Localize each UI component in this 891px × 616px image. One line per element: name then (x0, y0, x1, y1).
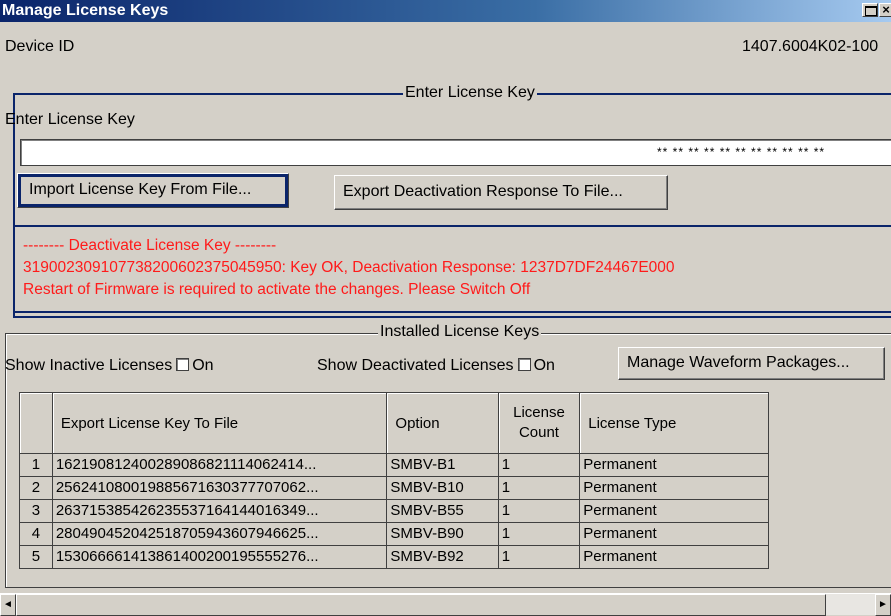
row-index: 4 (19, 522, 53, 546)
license-count-header: License Count (497, 392, 581, 454)
manage-waveform-packages-button[interactable]: Manage Waveform Packages... (618, 347, 885, 380)
count-cell: 1 (497, 453, 581, 477)
license-count-header-line1: License (513, 404, 565, 421)
row-filler (768, 476, 891, 500)
show-inactive-checkbox[interactable] (176, 358, 190, 371)
show-inactive-label: Show Inactive Licenses (5, 357, 173, 374)
count-cell: 1 (497, 476, 581, 500)
status-message-box: -------- Deactivate License Key --------… (13, 225, 891, 313)
type-cell: Permanent (579, 545, 769, 569)
table-row[interactable]: 3 263715385426235537164144016349... SMBV… (19, 499, 891, 523)
message-line-1: -------- Deactivate License Key -------- (23, 237, 277, 254)
license-key-cell[interactable]: 153066661413861400200195555276... (51, 545, 388, 569)
window-titlebar: Manage License Keys × (0, 0, 891, 22)
scroll-thumb[interactable] (16, 594, 826, 616)
license-key-cell[interactable]: 263715385426235537164144016349... (51, 499, 388, 523)
count-cell: 1 (497, 499, 581, 523)
scroll-right-icon[interactable]: ► (875, 594, 891, 616)
table-row[interactable]: 5 153066661413861400200195555276... SMBV… (19, 545, 891, 569)
row-filler (768, 453, 891, 477)
import-license-key-button[interactable]: Import License Key From File... (17, 173, 289, 208)
show-deactivated-on-label: On (533, 357, 555, 374)
export-key-header[interactable]: Export License Key To File (51, 392, 388, 454)
license-count-header-line2: Count (518, 424, 559, 441)
license-key-input[interactable]: ** ** ** ** ** ** ** ** ** ** ** (20, 139, 891, 166)
installed-licenses-group-title: Installed License Keys (378, 323, 542, 341)
option-cell: SMBV-B90 (386, 522, 499, 546)
option-cell: SMBV-B92 (386, 545, 499, 569)
show-deactivated-label: Show Deactivated Licenses (317, 357, 514, 374)
row-index: 2 (19, 476, 53, 500)
device-id-value: 1407.6004K02-100 (742, 38, 879, 55)
row-filler (768, 545, 891, 569)
license-key-cell[interactable]: 280490452042518705943607946625... (51, 522, 388, 546)
close-icon[interactable]: × (879, 3, 891, 17)
option-header: Option (386, 392, 499, 454)
license-key-cell[interactable]: 162190812400289086821114062414... (51, 453, 388, 477)
row-index: 5 (19, 545, 53, 569)
row-index: 1 (19, 453, 53, 477)
count-cell: 1 (497, 545, 581, 569)
row-index-header (19, 392, 53, 454)
restore-icon[interactable] (862, 3, 878, 17)
license-type-header: License Type (579, 392, 769, 454)
enter-license-label: Enter License Key (5, 111, 135, 128)
device-id-label: Device ID (5, 38, 75, 55)
count-cell: 1 (497, 522, 581, 546)
enter-license-group-title: Enter License Key (403, 84, 537, 102)
show-inactive-option: Show Inactive Licenses On (5, 357, 214, 375)
row-filler (768, 522, 891, 546)
type-cell: Permanent (579, 522, 769, 546)
table-row[interactable]: 4 280490452042518705943607946625... SMBV… (19, 522, 891, 546)
option-cell: SMBV-B1 (386, 453, 499, 477)
message-line-2: 319002309107738200602375045950: Key OK, … (23, 259, 675, 276)
scroll-left-icon[interactable]: ◄ (0, 594, 16, 616)
row-filler (768, 499, 891, 523)
table-row[interactable]: 1 162190812400289086821114062414... SMBV… (19, 453, 891, 477)
table-row[interactable]: 2 256241080019885671630377707062... SMBV… (19, 476, 891, 500)
type-cell: Permanent (579, 476, 769, 500)
export-deactivation-response-button[interactable]: Export Deactivation Response To File... (334, 175, 668, 210)
table-header-row: Export License Key To File Option Licens… (19, 392, 891, 454)
installed-licenses-table: Export License Key To File Option Licens… (19, 392, 891, 569)
type-cell: Permanent (579, 453, 769, 477)
message-line-3: Restart of Firmware is required to activ… (23, 281, 531, 298)
window-title: Manage License Keys (2, 2, 169, 19)
type-cell: Permanent (579, 499, 769, 523)
table-header-filler (768, 393, 890, 454)
option-cell: SMBV-B10 (386, 476, 499, 500)
show-deactivated-option: Show Deactivated Licenses On (317, 357, 555, 375)
option-cell: SMBV-B55 (386, 499, 499, 523)
show-deactivated-checkbox[interactable] (517, 358, 531, 371)
license-key-cell[interactable]: 256241080019885671630377707062... (51, 476, 388, 500)
show-inactive-on-label: On (192, 357, 214, 374)
row-index: 3 (19, 499, 53, 523)
horizontal-scrollbar[interactable]: ◄ ► (0, 593, 891, 616)
